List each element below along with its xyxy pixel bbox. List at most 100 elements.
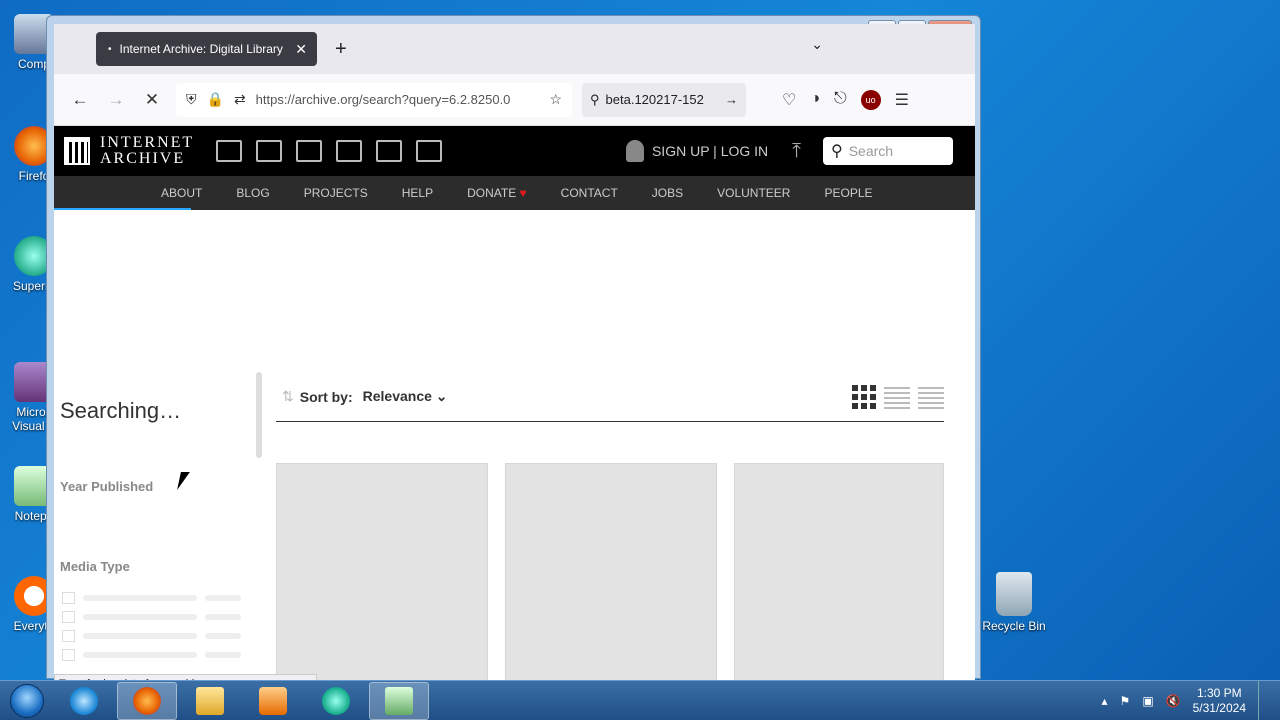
nav-people[interactable]: PEOPLE	[824, 186, 872, 200]
sort-value[interactable]: Relevance	[363, 388, 432, 404]
menu-icon[interactable]: ☰	[895, 90, 909, 110]
logo-line-1: INTERNET	[100, 134, 195, 151]
stop-loading-button[interactable]: ✕	[138, 86, 166, 114]
forward-button[interactable]: →	[102, 86, 130, 114]
sort-bar: ⇅ Sort by: Relevance ⌄	[276, 372, 944, 422]
bookmark-star-icon[interactable]: ☆	[549, 91, 562, 108]
chevron-down-icon: ⌄	[435, 388, 448, 404]
toolbar-icons: ♡ ◑ ⎋ uo ☰	[782, 89, 909, 110]
clock[interactable]: 1:30 PM 5/31/2024	[1193, 686, 1246, 716]
taskbar: ▴ ⚑ ▣ 🔇 1:30 PM 5/31/2024	[0, 680, 1280, 720]
list-compact-view-icon[interactable]	[918, 384, 944, 409]
heart-icon: ♥	[519, 186, 527, 200]
show-hidden-icons-icon[interactable]: ▴	[1102, 694, 1108, 708]
sort-label: Sort by:	[299, 388, 353, 405]
new-tab-button[interactable]: +	[335, 38, 347, 61]
volume-muted-icon[interactable]: 🔇	[1166, 694, 1181, 708]
taskbar-app[interactable]	[306, 682, 366, 720]
nav-help[interactable]: HELP	[402, 186, 433, 200]
taskbar-media-player[interactable]	[243, 682, 303, 720]
ia-search-box[interactable]: ⚲ Search	[823, 137, 953, 165]
nav-contact[interactable]: CONTACT	[561, 186, 618, 200]
facet-placeholder-row	[62, 611, 249, 623]
result-tile-placeholder	[505, 463, 717, 689]
clock-time: 1:30 PM	[1196, 685, 1242, 700]
url-text[interactable]: https://archive.org/search?query=6.2.825…	[256, 92, 542, 107]
app-icon	[322, 686, 350, 715]
show-desktop-button[interactable]	[1258, 680, 1270, 720]
notepad-icon	[385, 686, 413, 715]
audio-icon[interactable]	[336, 140, 363, 162]
list-all-tabs-icon[interactable]: ⌄	[811, 36, 823, 53]
ia-header: INTERNET ARCHIVE SIGN UP | LOG IN ⤒ ⚲ Se…	[54, 126, 975, 176]
ia-nav-bar: ABOUT BLOG PROJECTS HELP DONATE ♥ CONTAC…	[54, 176, 975, 210]
recycle-bin-icon	[996, 572, 1032, 616]
nav-about[interactable]: ABOUT	[161, 186, 202, 200]
media-type-icons	[216, 140, 443, 162]
address-bar[interactable]: ⛨ 🔒 ⇄ https://archive.org/search?query=6…	[176, 82, 572, 117]
navigation-toolbar: ← → ✕ ⛨ 🔒 ⇄ https://archive.org/search?q…	[54, 74, 975, 126]
windows-logo-icon	[10, 683, 44, 718]
taskbar-internet-explorer[interactable]	[54, 682, 114, 720]
clock-date: 5/31/2024	[1192, 700, 1246, 715]
ia-temple-icon	[64, 137, 90, 165]
sign-up-login-text[interactable]: SIGN UP | LOG IN	[652, 143, 768, 159]
search-results-page: Searching… Year Published Media Type ⇅ S…	[54, 210, 975, 694]
result-tile-placeholder	[276, 463, 488, 689]
images-icon[interactable]	[416, 140, 443, 162]
search-icon: ⚲	[831, 143, 843, 160]
ublock-icon[interactable]: uo	[860, 89, 881, 110]
nav-jobs[interactable]: JOBS	[652, 186, 683, 200]
taskbar-explorer[interactable]	[180, 682, 240, 720]
account-icon[interactable]: ◑	[810, 90, 820, 110]
grid-view-icon[interactable]	[852, 384, 876, 409]
software-icon[interactable]	[376, 140, 403, 162]
taskbar-firefox[interactable]	[117, 681, 177, 720]
back-button[interactable]: ←	[66, 86, 94, 114]
desktop-icon-recycle-bin[interactable]: Recycle Bin	[982, 572, 1046, 633]
search-status-heading: Searching…	[60, 398, 182, 423]
upload-icon[interactable]: ⤒	[792, 140, 801, 163]
start-button[interactable]	[0, 681, 54, 720]
facet-year-published[interactable]: Year Published	[60, 479, 153, 494]
action-center-flag-icon[interactable]: ⚑	[1120, 694, 1131, 708]
web-icon[interactable]	[216, 140, 243, 162]
list-detail-view-icon[interactable]	[884, 384, 910, 409]
tab-internet-archive[interactable]: • Internet Archive: Digital Library ✕	[96, 32, 317, 66]
nav-donate-wrap[interactable]: DONATE ♥	[467, 186, 527, 200]
media-player-icon	[259, 686, 287, 715]
facet-placeholder-list	[62, 592, 249, 668]
sidebar-scrollbar[interactable]	[256, 372, 262, 458]
search-text[interactable]: beta.120217-152	[606, 92, 725, 107]
lock-icon[interactable]: 🔒	[207, 91, 224, 108]
nav-projects[interactable]: PROJECTS	[304, 186, 368, 200]
texts-icon[interactable]	[256, 140, 283, 162]
sign-up-login[interactable]: SIGN UP | LOG IN	[625, 140, 768, 162]
sort-direction-icon[interactable]: ⇅	[282, 388, 294, 405]
sort-dropdown[interactable]: Relevance ⌄	[363, 388, 448, 405]
video-icon[interactable]	[296, 140, 323, 162]
loading-dot-icon: •	[108, 43, 112, 55]
facet-media-type[interactable]: Media Type	[60, 559, 130, 574]
pocket-icon[interactable]: ♡	[782, 90, 796, 110]
taskbar-notepad[interactable]	[369, 681, 429, 720]
logo-line-2: ARCHIVE	[100, 150, 186, 167]
network-icon[interactable]: ▣	[1142, 694, 1153, 708]
go-arrow-icon[interactable]: →	[725, 92, 738, 107]
shield-icon[interactable]: ⛨	[186, 91, 197, 108]
nav-blog[interactable]: BLOG	[236, 186, 269, 200]
extensions-icon[interactable]: ⎋	[834, 90, 847, 110]
firefox-icon	[133, 686, 161, 715]
ia-search-placeholder[interactable]: Search	[849, 143, 893, 159]
nav-donate[interactable]: DONATE	[467, 186, 516, 200]
ia-logo[interactable]: INTERNET ARCHIVE	[64, 135, 194, 167]
permissions-icon[interactable]: ⇄	[234, 91, 246, 108]
nav-volunteer[interactable]: VOLUNTEER	[717, 186, 790, 200]
desktop-icon-label: Recycle Bin	[982, 619, 1046, 633]
browser-frame: • Internet Archive: Digital Library ✕ + …	[54, 24, 975, 694]
browser-search-box[interactable]: ⚲ beta.120217-152 →	[582, 82, 746, 117]
result-tiles	[276, 463, 944, 689]
facet-placeholder-row	[62, 630, 249, 642]
close-tab-icon[interactable]: ✕	[295, 41, 307, 58]
internet-explorer-icon	[70, 686, 98, 715]
